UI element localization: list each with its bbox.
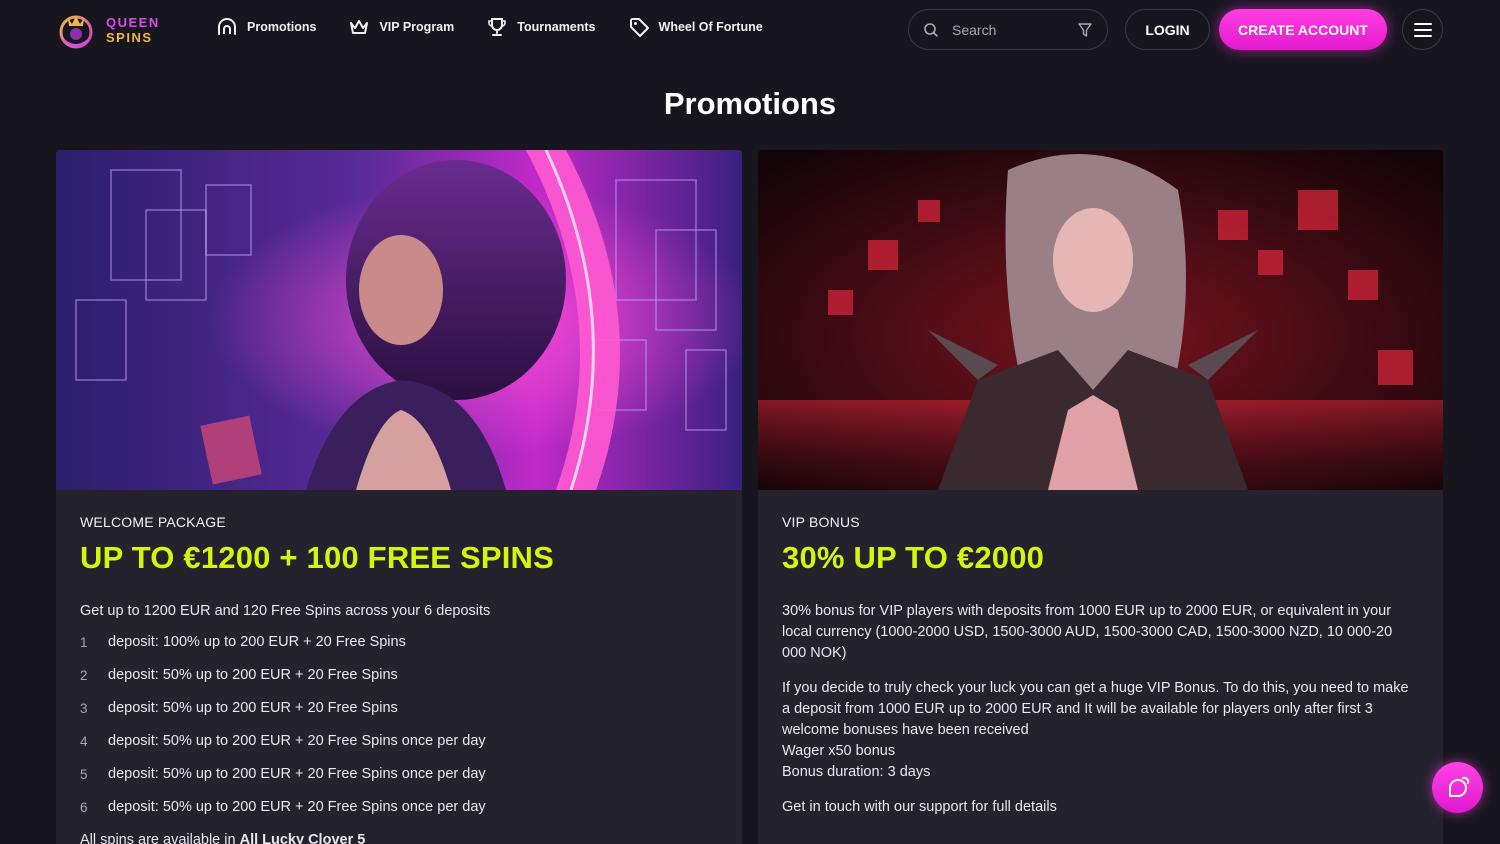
deposit-number: 1 bbox=[80, 635, 88, 650]
nav-label-tournaments: Tournaments bbox=[517, 20, 596, 34]
chat-icon bbox=[1448, 776, 1469, 797]
footnote-game: All Lucky Clover 5 bbox=[239, 832, 366, 844]
tag-icon bbox=[629, 18, 649, 37]
deposit-number: 4 bbox=[80, 734, 88, 749]
list-item: 6 deposit: 50% up to 200 EUR + 20 Free S… bbox=[80, 799, 718, 832]
deposit-text: deposit: 50% up to 200 EUR + 20 Free Spi… bbox=[108, 667, 398, 683]
filter-icon[interactable] bbox=[1077, 22, 1093, 38]
promo-label: WELCOME PACKAGE bbox=[80, 514, 226, 530]
vip-contact: Get in touch with our support for full d… bbox=[782, 799, 1057, 815]
list-item: 1 deposit: 100% up to 200 EUR + 20 Free … bbox=[80, 634, 718, 667]
vip-details: If you decide to truly check your luck y… bbox=[782, 680, 1409, 738]
deposit-text: deposit: 50% up to 200 EUR + 20 Free Spi… bbox=[108, 766, 486, 782]
search-box bbox=[908, 9, 1108, 50]
hamburger-icon bbox=[1413, 22, 1432, 37]
list-item: 5 deposit: 50% up to 200 EUR + 20 Free S… bbox=[80, 766, 718, 799]
promo-description: 30% bonus for VIP players with deposits … bbox=[782, 601, 1419, 818]
deposit-number: 5 bbox=[80, 767, 88, 782]
promo-image-vip bbox=[758, 150, 1443, 490]
site-header: QUEEN SPINS Promotions VIP Program Tourn… bbox=[0, 0, 1500, 60]
deposit-text: deposit: 50% up to 200 EUR + 20 Free Spi… bbox=[108, 733, 486, 749]
vip-duration: Bonus duration: 3 days bbox=[782, 764, 931, 780]
nav-item-wheel-of-fortune[interactable]: Wheel Of Fortune bbox=[628, 16, 763, 38]
create-account-button[interactable]: CREATE ACCOUNT bbox=[1219, 9, 1387, 50]
list-item: 4 deposit: 50% up to 200 EUR + 20 Free S… bbox=[80, 733, 718, 766]
nav-label-vip-program: VIP Program bbox=[379, 20, 455, 34]
page-title: Promotions bbox=[663, 86, 837, 121]
vip-description: 30% bonus for VIP players with deposits … bbox=[782, 603, 1393, 661]
nav-label-promotions: Promotions bbox=[247, 20, 317, 34]
arch-icon bbox=[218, 18, 236, 35]
list-item: 2 deposit: 50% up to 200 EUR + 20 Free S… bbox=[80, 667, 718, 700]
deposit-text: deposit: 50% up to 200 EUR + 20 Free Spi… bbox=[108, 799, 486, 815]
promo-intro: Get up to 1200 EUR and 120 Free Spins ac… bbox=[80, 603, 491, 619]
promo-footnote: All spins are available in All Lucky Clo… bbox=[80, 832, 718, 844]
search-input[interactable] bbox=[952, 21, 1062, 38]
main-nav: Promotions VIP Program Tournaments Wheel… bbox=[216, 16, 795, 38]
menu-button[interactable] bbox=[1402, 9, 1443, 50]
deposit-number: 2 bbox=[80, 668, 88, 683]
search-icon bbox=[924, 22, 938, 37]
nav-label-wheel-of-fortune: Wheel Of Fortune bbox=[658, 20, 763, 34]
promo-image-welcome bbox=[56, 150, 742, 490]
promo-headline: UP TO €1200 + 100 FREE SPINS bbox=[80, 540, 555, 575]
deposit-number: 3 bbox=[80, 701, 88, 716]
vip-wager: Wager x50 bonus bbox=[782, 743, 896, 759]
footnote-text: All spins are available in bbox=[80, 832, 240, 844]
chat-button[interactable] bbox=[1432, 762, 1483, 813]
nav-item-promotions[interactable]: Promotions bbox=[216, 16, 316, 38]
deposit-text: deposit: 100% up to 200 EUR + 20 Free Sp… bbox=[108, 634, 406, 650]
logo-mark-icon bbox=[56, 10, 96, 50]
trophy-icon bbox=[488, 18, 507, 36]
nav-item-tournaments[interactable]: Tournaments bbox=[486, 16, 596, 38]
deposit-number: 6 bbox=[80, 800, 88, 815]
deposit-list: 1 deposit: 100% up to 200 EUR + 20 Free … bbox=[80, 634, 718, 832]
logo-text-line2: SPINS bbox=[106, 30, 153, 45]
promo-card-vip: VIP BONUS 30% UP TO €2000 30% bonus for … bbox=[758, 150, 1443, 844]
crown-icon bbox=[350, 20, 369, 34]
list-item: 3 deposit: 50% up to 200 EUR + 20 Free S… bbox=[80, 700, 718, 733]
logo-text-line1: QUEEN bbox=[106, 15, 160, 30]
login-button[interactable]: LOGIN bbox=[1125, 9, 1210, 50]
promo-headline: 30% UP TO €2000 bbox=[782, 540, 1045, 575]
promo-label: VIP BONUS bbox=[782, 514, 860, 530]
nav-item-vip-program[interactable]: VIP Program bbox=[348, 16, 454, 38]
site-logo[interactable]: QUEEN SPINS bbox=[56, 10, 160, 50]
deposit-text: deposit: 50% up to 200 EUR + 20 Free Spi… bbox=[108, 700, 398, 716]
promo-card-welcome: WELCOME PACKAGE UP TO €1200 + 100 FREE S… bbox=[56, 150, 742, 844]
